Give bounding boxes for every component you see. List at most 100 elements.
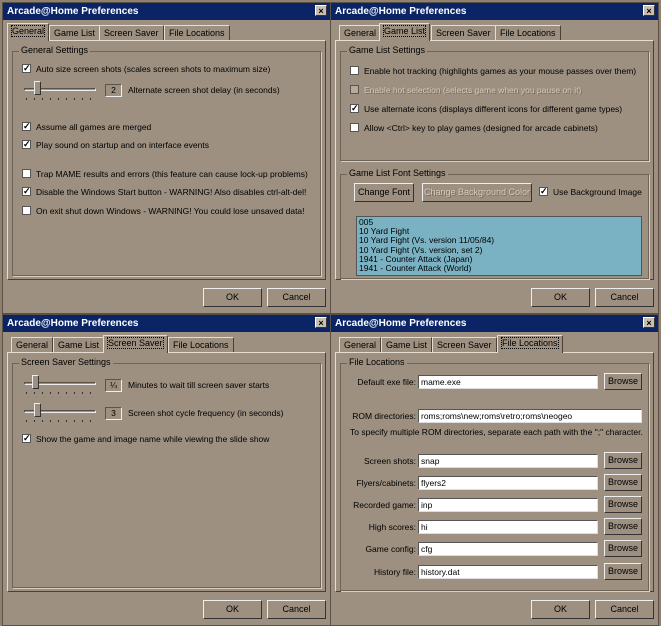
preferences-window-game-list: Arcade@Home Preferences × General Game L… [330, 2, 659, 314]
browse-button[interactable]: Browse [604, 373, 642, 390]
close-icon[interactable]: × [643, 317, 655, 328]
recorded-game-field[interactable]: inp [418, 498, 598, 512]
slider-ticks [26, 420, 94, 422]
checkbox[interactable]: ✓ [539, 187, 548, 197]
tab-screen-saver[interactable]: Screen Saver [431, 25, 496, 40]
browse-button[interactable]: Browse [604, 452, 642, 469]
browse-button[interactable]: Browse [604, 474, 642, 491]
tab-game-list[interactable]: Game List [379, 23, 431, 41]
preferences-window-general: Arcade@Home Preferences × General Game L… [2, 2, 331, 314]
rom-directories-field[interactable]: roms;roms\new;roms\retro;roms\neogeo [418, 409, 642, 423]
tab-screen-saver[interactable]: Screen Saver [432, 337, 497, 352]
browse-button[interactable]: Browse [604, 540, 642, 557]
hot-tracking-option[interactable]: Enable hot tracking (highlights games as… [350, 65, 636, 78]
tab-screen-saver[interactable]: Screen Saver [99, 25, 164, 40]
cancel-button[interactable]: Cancel [595, 288, 654, 307]
delay-value[interactable]: 2 [105, 84, 122, 97]
checkbox[interactable]: ✓ [22, 122, 31, 132]
tab-general[interactable]: General [7, 23, 50, 41]
group-title: Game List Settings [347, 45, 428, 55]
font-preview-list[interactable]: 005 10 Yard Fight 10 Yard Fight (Vs. ver… [356, 216, 642, 276]
tab-general[interactable]: General [339, 25, 382, 40]
winstart-option[interactable]: ✓ Disable the Windows Start button - WARN… [22, 186, 306, 199]
autosize-option[interactable]: ✓ Auto size screen shots (scales screen s… [22, 63, 270, 76]
browse-button[interactable]: Browse [604, 496, 642, 513]
screen-shots-label: Screen shots: [364, 456, 416, 466]
ok-button[interactable]: OK [531, 600, 590, 619]
tab-general[interactable]: General [339, 337, 382, 352]
ok-button[interactable]: OK [531, 288, 590, 307]
delay-label: Alternate screen shot delay (in seconds) [128, 85, 280, 95]
browse-button[interactable]: Browse [604, 563, 642, 580]
hot-selection-option: Enable hot selection (selects game when … [350, 84, 581, 97]
minutes-label: Minutes to wait till screen saver starts [128, 380, 270, 390]
use-background-image-option[interactable]: ✓ Use Background Image [539, 186, 642, 199]
slider-thumb[interactable] [34, 403, 41, 417]
sound-option[interactable]: ✓ Play sound on startup and on interface … [22, 139, 209, 152]
slider-ticks [26, 98, 94, 100]
default-exe-field[interactable]: mame.exe [418, 375, 598, 389]
tab-game-list[interactable]: Game List [49, 25, 101, 40]
tab-game-list[interactable]: Game List [381, 337, 433, 352]
checkbox[interactable]: ✓ [22, 140, 31, 150]
tab-game-list[interactable]: Game List [53, 337, 105, 352]
window-title: Arcade@Home Preferences [7, 318, 139, 329]
checkbox[interactable] [350, 66, 359, 76]
screen-saver-settings-group: Screen Saver Settings [12, 357, 321, 588]
screen-shots-field[interactable]: snap [418, 454, 598, 468]
tab-file-locations[interactable]: File Locations [495, 25, 561, 40]
default-exe-label: Default exe file: [357, 377, 416, 387]
checkbox[interactable] [350, 123, 359, 133]
tab-file-locations[interactable]: File Locations [497, 335, 563, 353]
game-config-label: Game config: [365, 544, 416, 554]
minutes-slider[interactable] [24, 375, 96, 395]
checkbox[interactable]: ✓ [350, 104, 359, 114]
history-file-field[interactable]: history.dat [418, 565, 598, 579]
checkbox[interactable]: ✓ [22, 187, 31, 197]
close-icon[interactable]: × [315, 317, 327, 328]
tab-screen-saver[interactable]: Screen Saver [103, 335, 168, 353]
show-name-option[interactable]: ✓ Show the game and image name while view… [22, 433, 269, 446]
cancel-button[interactable]: Cancel [267, 288, 326, 307]
cycle-slider[interactable] [24, 403, 96, 423]
tab-file-locations[interactable]: File Locations [164, 25, 230, 40]
cycle-value[interactable]: 3 [105, 407, 122, 420]
checkbox[interactable] [22, 169, 31, 179]
ctrl-key-option[interactable]: Allow <Ctrl> key to play games (designed… [350, 122, 598, 135]
flyers-cabinets-label: Flyers/cabinets: [356, 478, 416, 488]
group-title: General Settings [19, 45, 91, 55]
high-scores-field[interactable]: hi [418, 520, 598, 534]
change-font-button[interactable]: Change Font [354, 183, 414, 202]
preferences-window-screen-saver: Arcade@Home Preferences × General Game L… [2, 314, 331, 626]
tab-general[interactable]: General [11, 337, 54, 352]
game-config-field[interactable]: cfg [418, 542, 598, 556]
delay-slider[interactable] [24, 81, 96, 101]
browse-button[interactable]: Browse [604, 518, 642, 535]
title-bar: Arcade@Home Preferences × [3, 3, 330, 20]
trap-option[interactable]: Trap MAME results and errors (this featu… [22, 168, 308, 181]
checkbox[interactable]: ✓ [22, 64, 31, 74]
merged-option[interactable]: ✓ Assume all games are merged [22, 121, 151, 134]
history-file-label: History file: [373, 567, 416, 577]
close-icon[interactable]: × [315, 5, 327, 16]
ok-button[interactable]: OK [203, 600, 262, 619]
cancel-button[interactable]: Cancel [267, 600, 326, 619]
checkbox[interactable]: ✓ [22, 434, 31, 444]
window-title: Arcade@Home Preferences [335, 6, 467, 17]
shutdown-option[interactable]: On exit shut down Windows - WARNING! You… [22, 205, 305, 218]
alternate-icons-option[interactable]: ✓ Use alternate icons (displays different… [350, 103, 622, 116]
title-bar: Arcade@Home Preferences × [331, 315, 658, 332]
flyers-cabinets-field[interactable]: flyers2 [418, 476, 598, 490]
close-icon[interactable]: × [643, 5, 655, 16]
minutes-value[interactable]: ¼ [105, 379, 122, 392]
cancel-button[interactable]: Cancel [595, 600, 654, 619]
title-bar: Arcade@Home Preferences × [3, 315, 330, 332]
slider-ticks [26, 392, 94, 394]
tab-file-locations[interactable]: File Locations [168, 337, 234, 352]
checkbox[interactable] [22, 206, 31, 216]
cycle-label: Screen shot cycle frequency (in seconds) [128, 408, 284, 418]
ok-button[interactable]: OK [203, 288, 262, 307]
slider-thumb[interactable] [32, 375, 39, 389]
slider-thumb[interactable] [34, 81, 41, 95]
preferences-window-file-locations: Arcade@Home Preferences × General Game L… [330, 314, 659, 626]
